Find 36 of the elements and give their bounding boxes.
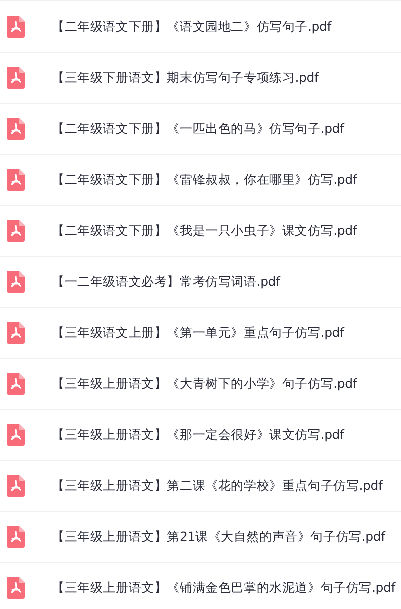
file-name: 【三年级上册语文】第二课《花的学校》重点句子仿写.pdf bbox=[52, 478, 383, 494]
file-name: 【一二年级语文必考】常考仿写词语.pdf bbox=[52, 274, 280, 290]
pdf-file-icon bbox=[7, 424, 25, 446]
file-row[interactable]: 【三年级上册语文】第21课《大自然的声音》句子仿写.pdf bbox=[0, 512, 401, 563]
file-row[interactable]: 【一二年级语文必考】常考仿写词语.pdf bbox=[0, 257, 401, 308]
pdf-file-icon bbox=[7, 526, 25, 548]
file-row[interactable]: 【三年级上册语文】《那一定会很好》课文仿写.pdf bbox=[0, 410, 401, 461]
pdf-file-icon bbox=[7, 169, 25, 191]
file-row[interactable]: 【三年级下册语文】期末仿写句子专项练习.pdf bbox=[0, 53, 401, 104]
file-row[interactable]: 【三年级上册语文】《大青树下的小学》句子仿写.pdf bbox=[0, 359, 401, 410]
pdf-file-icon bbox=[7, 220, 25, 242]
file-row[interactable]: 【三年级语文上册】《第一单元》重点句子仿写.pdf bbox=[0, 308, 401, 359]
pdf-file-icon bbox=[7, 322, 25, 344]
pdf-file-icon bbox=[7, 16, 25, 38]
file-name: 【二年级语文下册】《我是一只小虫子》课文仿写.pdf bbox=[52, 222, 358, 240]
file-name: 【三年级上册语文】第21课《大自然的声音》句子仿写.pdf bbox=[52, 528, 386, 546]
file-row[interactable]: 【三年级上册语文】《铺满金色巴掌的水泥道》句子仿写.pdf bbox=[0, 563, 401, 609]
pdf-file-icon bbox=[7, 67, 25, 89]
pdf-file-icon bbox=[7, 577, 25, 599]
file-name: 【二年级语文下册】《语文园地二》仿写句子.pdf bbox=[52, 18, 332, 36]
file-name: 【三年级上册语文】《铺满金色巴掌的水泥道》句子仿写.pdf bbox=[52, 580, 396, 596]
file-row[interactable]: 【二年级语文下册】《一匹出色的马》仿写句子.pdf bbox=[0, 104, 401, 155]
file-row[interactable]: 【二年级语文下册】《我是一只小虫子》课文仿写.pdf bbox=[0, 206, 401, 257]
file-name: 【二年级语文下册】《一匹出色的马》仿写句子.pdf bbox=[52, 120, 344, 138]
file-row[interactable]: 【三年级上册语文】第二课《花的学校》重点句子仿写.pdf bbox=[0, 461, 401, 512]
pdf-file-icon bbox=[7, 373, 25, 395]
pdf-file-icon bbox=[7, 118, 25, 140]
file-name: 【三年级上册语文】《那一定会很好》课文仿写.pdf bbox=[52, 426, 344, 444]
file-name: 【二年级语文下册】《雷锋叔叔，你在哪里》仿写.pdf bbox=[52, 172, 358, 188]
file-row[interactable]: 【二年级语文下册】《语文园地二》仿写句子.pdf bbox=[0, 2, 401, 53]
file-name: 【三年级上册语文】《大青树下的小学》句子仿写.pdf bbox=[52, 376, 358, 392]
pdf-file-icon bbox=[7, 271, 25, 293]
pdf-file-icon bbox=[7, 475, 25, 497]
file-row[interactable]: 【二年级语文下册】《雷锋叔叔，你在哪里》仿写.pdf bbox=[0, 155, 401, 206]
file-name: 【三年级下册语文】期末仿写句子专项练习.pdf bbox=[52, 70, 319, 86]
file-name: 【三年级语文上册】《第一单元》重点句子仿写.pdf bbox=[52, 324, 344, 342]
